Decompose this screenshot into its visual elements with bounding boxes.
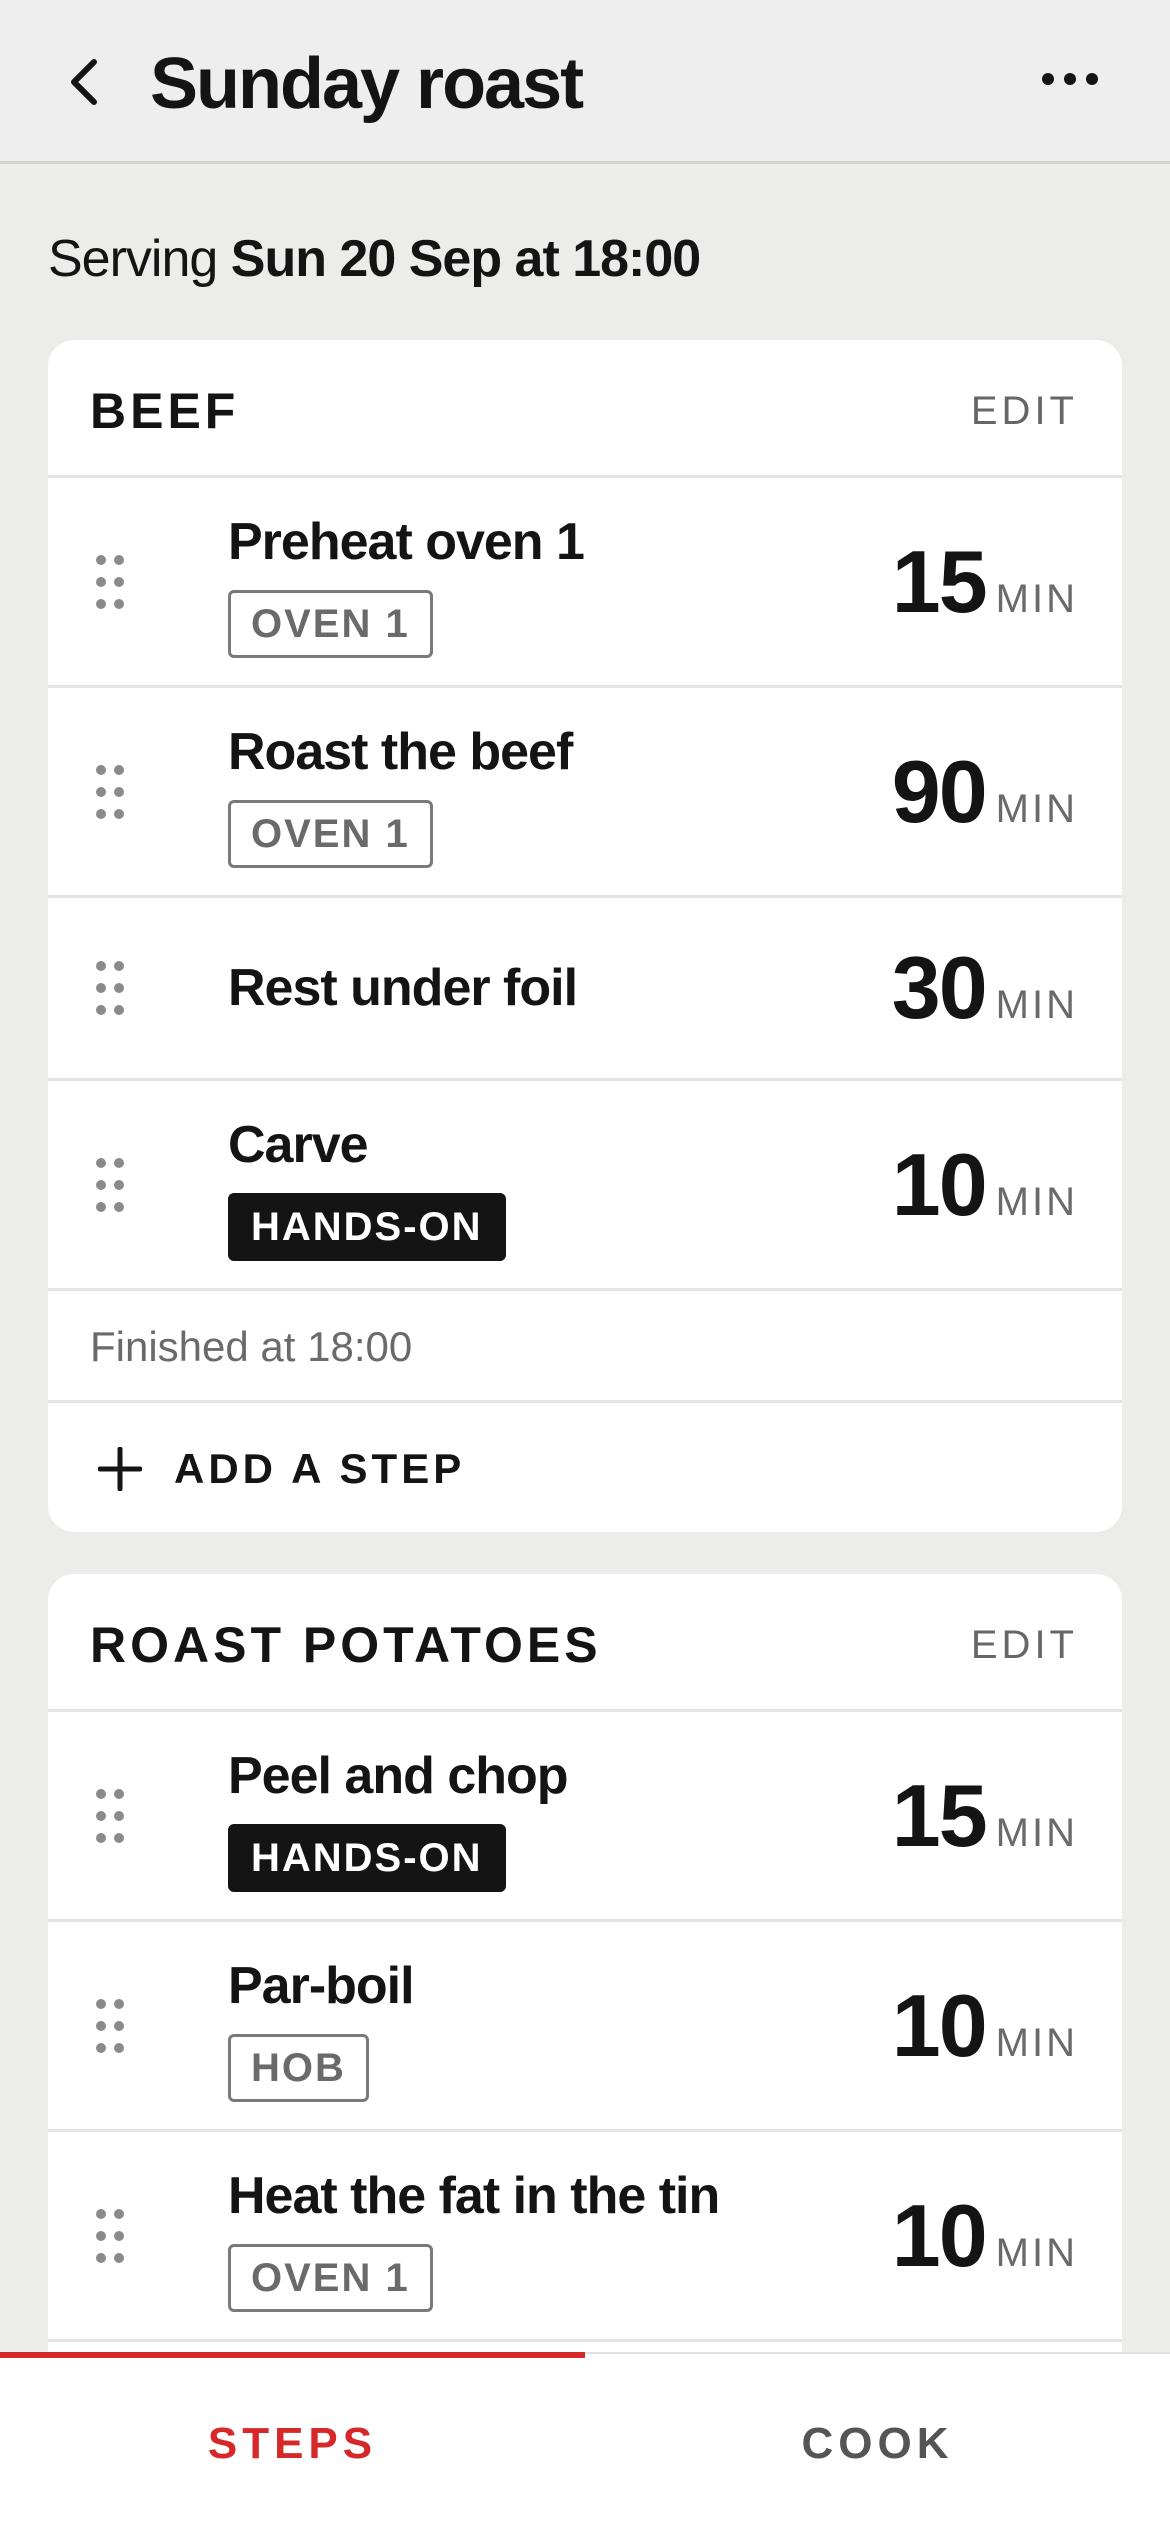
add-step-label: ADD A STEP bbox=[174, 1445, 466, 1492]
app-screen: Sunday roast Serving Sun 20 Sep at 18:00… bbox=[0, 0, 1170, 2532]
drag-handle-icon[interactable] bbox=[92, 2206, 128, 2266]
tab-cook[interactable]: COOK bbox=[585, 2354, 1170, 2532]
step-duration: 90 MIN bbox=[892, 742, 1078, 842]
duration-unit: MIN bbox=[995, 2230, 1078, 2275]
add-step-button[interactable]: ADD A STEP bbox=[48, 1403, 1122, 1532]
drag-handle-icon[interactable] bbox=[92, 1996, 128, 2056]
duration-value: 10 bbox=[891, 1134, 988, 1234]
finished-time-row: Finished at 18:00 bbox=[48, 1291, 1122, 1403]
step-tag: OVEN 1 bbox=[228, 590, 433, 658]
page-title: Sunday roast bbox=[150, 44, 584, 124]
tab-steps[interactable]: STEPS bbox=[0, 2354, 585, 2532]
group-title: ROAST POTATOES bbox=[90, 1617, 602, 1673]
step-group-roast-potatoes: ROAST POTATOES EDIT Peel and chop HANDS-… bbox=[48, 1574, 1122, 2394]
step-tag: OVEN 1 bbox=[228, 800, 433, 868]
step-title: Roast the beef bbox=[228, 723, 573, 781]
duration-value: 90 bbox=[891, 741, 988, 841]
drag-handle-icon[interactable] bbox=[92, 1155, 128, 1215]
group-header: BEEF EDIT bbox=[48, 340, 1122, 478]
step-tag: HANDS-ON bbox=[228, 1193, 506, 1261]
serving-datetime: Sun 20 Sep at 18:00 bbox=[230, 230, 701, 288]
top-bar: Sunday roast bbox=[0, 0, 1170, 164]
edit-group-button[interactable]: EDIT bbox=[971, 1612, 1078, 1678]
back-button[interactable] bbox=[48, 42, 120, 122]
step-row[interactable]: Roast the beef OVEN 1 90 MIN bbox=[48, 688, 1122, 898]
step-duration: 30 MIN bbox=[892, 938, 1078, 1038]
step-duration: 10 MIN bbox=[892, 1976, 1078, 2076]
more-horizontal-icon bbox=[1042, 73, 1098, 85]
chevron-left-icon bbox=[71, 59, 97, 105]
serving-prefix: Serving bbox=[48, 230, 218, 288]
step-row[interactable]: Carve HANDS-ON 10 MIN bbox=[48, 1081, 1122, 1291]
duration-value: 15 bbox=[891, 1765, 988, 1865]
group-header: ROAST POTATOES EDIT bbox=[48, 1574, 1122, 1712]
step-tag: HANDS-ON bbox=[228, 1824, 506, 1892]
duration-unit: MIN bbox=[995, 1179, 1078, 1224]
step-title: Carve bbox=[228, 1116, 369, 1174]
duration-unit: MIN bbox=[995, 2020, 1078, 2065]
serving-info: Serving Sun 20 Sep at 18:00 bbox=[48, 224, 701, 294]
step-title: Rest under foil bbox=[228, 959, 578, 1017]
step-row[interactable]: Heat the fat in the tin OVEN 1 10 MIN bbox=[48, 2132, 1122, 2342]
duration-unit: MIN bbox=[995, 983, 1078, 1027]
step-row[interactable]: Preheat oven 1 OVEN 1 15 MIN bbox=[48, 478, 1122, 688]
step-duration: 15 MIN bbox=[892, 1766, 1078, 1866]
bottom-tab-bar: STEPS COOK bbox=[0, 2352, 1170, 2532]
step-row[interactable]: Peel and chop HANDS-ON 15 MIN bbox=[48, 1712, 1122, 1922]
step-title: Preheat oven 1 bbox=[228, 513, 585, 571]
step-tag: HOB bbox=[228, 2034, 369, 2102]
step-duration: 10 MIN bbox=[892, 1135, 1078, 1235]
duration-value: 15 bbox=[891, 531, 988, 631]
step-title: Heat the fat in the tin bbox=[228, 2167, 720, 2225]
step-row[interactable]: Rest under foil 30 MIN bbox=[48, 898, 1122, 1081]
drag-handle-icon[interactable] bbox=[92, 762, 128, 822]
drag-handle-icon[interactable] bbox=[92, 958, 128, 1018]
more-options-button[interactable] bbox=[1030, 44, 1110, 114]
edit-group-button[interactable]: EDIT bbox=[971, 378, 1078, 444]
plus-icon bbox=[98, 1447, 142, 1491]
step-duration: 15 MIN bbox=[892, 532, 1078, 632]
finished-text: Finished at 18:00 bbox=[90, 1323, 413, 1370]
step-tag: OVEN 1 bbox=[228, 2244, 433, 2312]
step-duration: 10 MIN bbox=[892, 2186, 1078, 2286]
duration-unit: MIN bbox=[995, 786, 1078, 831]
duration-value: 10 bbox=[891, 2185, 988, 2285]
drag-handle-icon[interactable] bbox=[92, 1786, 128, 1846]
duration-value: 10 bbox=[891, 1975, 988, 2075]
duration-value: 30 bbox=[891, 938, 988, 1037]
step-group-beef: BEEF EDIT Preheat oven 1 OVEN 1 15 MIN R… bbox=[48, 340, 1122, 1532]
step-title: Peel and chop bbox=[228, 1747, 569, 1805]
step-title: Par-boil bbox=[228, 1957, 415, 2015]
drag-handle-icon[interactable] bbox=[92, 552, 128, 612]
duration-unit: MIN bbox=[995, 576, 1078, 621]
step-row[interactable]: Par-boil HOB 10 MIN bbox=[48, 1922, 1122, 2132]
duration-unit: MIN bbox=[995, 1810, 1078, 1855]
group-title: BEEF bbox=[90, 383, 240, 439]
